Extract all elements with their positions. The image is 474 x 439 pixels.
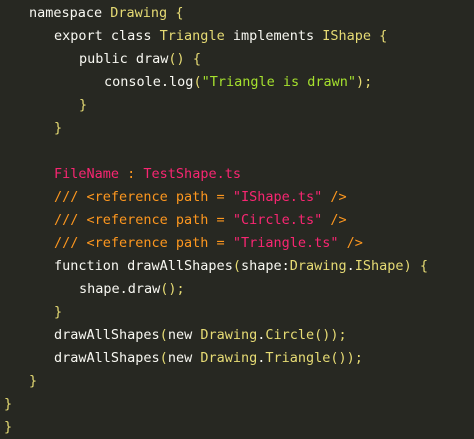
code-line-3: public draw() { — [79, 48, 201, 71]
code-line-16: drawAllShapes(new Drawing.Triangle()); — [54, 347, 363, 370]
code-token: ( — [193, 74, 202, 90]
code-token: IShape — [322, 28, 372, 44]
code-line-8: FileName : TestShape.ts — [54, 163, 241, 186]
code-token: : — [281, 258, 290, 274]
code-token: /// <reference path = — [54, 235, 233, 251]
code-token: IShape — [354, 258, 404, 274]
code-token: /> — [322, 189, 347, 205]
code-token: (); — [160, 281, 185, 297]
code-line-19: } — [4, 416, 12, 439]
code-token: { — [175, 5, 184, 21]
code-token: . — [160, 74, 170, 90]
code-line-18: } — [4, 393, 12, 416]
code-token: /> — [338, 235, 363, 251]
code-token: ) — [403, 258, 412, 274]
code-line-2: export class Triangle implements IShape … — [54, 25, 387, 48]
code-token: console — [104, 74, 161, 90]
code-line-9: /// <reference path = "IShape.ts" /> — [54, 186, 347, 209]
code-token: } — [79, 97, 88, 113]
code-token: { — [379, 28, 388, 44]
code-editor[interactable]: namespace Drawing { export class Triangl… — [0, 0, 474, 435]
code-line-6: } — [54, 117, 62, 140]
code-token: Drawing — [289, 258, 347, 274]
code-line-4: console.log("Triangle is drawn"); — [104, 71, 372, 94]
code-token: Triangle — [265, 350, 331, 366]
code-token: drawAllShapes — [54, 350, 160, 366]
code-token: } — [4, 419, 13, 435]
code-token: ( — [232, 258, 241, 274]
code-token: . — [119, 281, 128, 297]
code-line-1: namespace Drawing { — [29, 2, 183, 25]
code-token: function — [54, 258, 128, 274]
code-token: "Circle.ts" — [232, 212, 323, 228]
code-token: Drawing — [110, 5, 168, 21]
code-token: /> — [322, 212, 347, 228]
code-token: ()); — [330, 350, 363, 366]
code-line-10: /// <reference path = "Circle.ts" /> — [54, 209, 347, 232]
code-line-13: shape.draw(); — [79, 278, 185, 301]
code-token: shape — [79, 281, 120, 297]
code-token: } — [54, 304, 63, 320]
code-token: public — [79, 51, 136, 67]
code-token: shape — [240, 258, 282, 274]
code-token: ); — [356, 74, 373, 90]
code-token: Drawing — [200, 327, 258, 343]
code-token: { — [419, 258, 428, 274]
code-token: drawAllShapes — [54, 327, 160, 343]
code-token: /// <reference path = — [54, 212, 233, 228]
code-token: "IShape.ts" — [232, 189, 323, 205]
code-line-17: } — [29, 370, 37, 393]
code-token: draw — [135, 51, 169, 67]
code-token: new — [167, 350, 201, 366]
code-line-15: drawAllShapes(new Drawing.Circle()); — [54, 324, 347, 347]
code-token: TestShape.ts — [143, 166, 241, 182]
code-token: export class — [54, 28, 160, 44]
code-token: } — [54, 120, 63, 136]
code-token: ( — [159, 327, 168, 343]
code-line-12: function drawAllShapes(shape:Drawing.ISh… — [54, 255, 428, 278]
code-token: } — [29, 373, 38, 389]
code-token: FileName — [54, 166, 120, 182]
code-token: ( — [159, 350, 168, 366]
code-token: "Triangle is drawn" — [201, 74, 357, 90]
code-token: } — [4, 396, 13, 412]
code-token: () — [168, 51, 185, 67]
code-token: { — [192, 51, 201, 67]
code-token: implements — [224, 28, 323, 44]
code-token: : — [119, 166, 144, 182]
code-token: "Triangle.ts" — [232, 235, 339, 251]
code-token: /// <reference path = — [54, 189, 233, 205]
code-token: draw — [127, 281, 161, 297]
code-token: namespace — [29, 5, 111, 21]
code-token: . — [346, 258, 355, 274]
code-token: log — [169, 74, 194, 90]
code-line-11: /// <reference path = "Triangle.ts" /> — [54, 232, 363, 255]
code-token: drawAllShapes — [127, 258, 233, 274]
code-token: Circle — [265, 327, 315, 343]
code-line-5: } — [79, 94, 87, 117]
code-token: new — [167, 327, 201, 343]
code-line-14: } — [54, 301, 62, 324]
code-token: Triangle — [159, 28, 225, 44]
code-token: Drawing — [200, 350, 258, 366]
code-token: ()); — [314, 327, 347, 343]
